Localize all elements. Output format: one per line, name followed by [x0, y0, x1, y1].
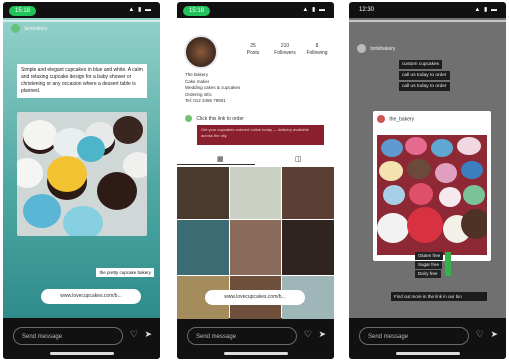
active-tab-indicator — [177, 164, 255, 165]
story-caption: Simple and elegant cupcakes in blue and … — [17, 64, 147, 98]
home-indicator — [223, 352, 288, 355]
story-user[interactable]: tortebakery — [357, 44, 395, 53]
send-icon[interactable]: ➤ — [144, 329, 152, 340]
post-thumbnail[interactable] — [177, 220, 229, 275]
story-user[interactable]: lambakery — [11, 24, 47, 33]
option-label: Gluten free — [415, 252, 444, 260]
cupcake-photo — [17, 112, 147, 236]
posts-label: Posts — [246, 50, 260, 56]
status-icons: ▲ ▮ ▬ — [128, 7, 152, 13]
post-thumbnail[interactable] — [230, 167, 281, 219]
story-content[interactable]: tortebakery custom cupcakes call us toda… — [349, 18, 506, 318]
story-screen-1: 15:18 ▲ ▮ ▬ lambakery Simple and elegant… — [3, 2, 160, 359]
story-caption: Find out more in the link in our bio — [391, 292, 487, 301]
story-progress-bar — [349, 20, 506, 22]
heart-icon[interactable]: ♡ — [304, 329, 312, 340]
heart-icon[interactable]: ♡ — [476, 329, 484, 340]
status-time: 12:30 — [359, 7, 375, 13]
following-label: Following — [306, 50, 328, 56]
card-username: the_bakery — [389, 116, 415, 123]
following-count: 8 — [315, 43, 319, 49]
time-pill: 15:18 — [9, 6, 37, 16]
send-icon[interactable]: ➤ — [318, 329, 326, 340]
followers-stat[interactable]: 210 Followers — [271, 43, 299, 57]
story-progress-bar — [3, 20, 160, 22]
post-grid — [177, 167, 334, 337]
status-bar: 15:18 ▲ ▮ ▬ — [177, 2, 334, 18]
post-thumbnail[interactable] — [282, 220, 334, 275]
highlight-text: call us today to order — [399, 71, 450, 80]
username: tortebakery — [370, 45, 396, 52]
story-screen-3: 12:30 ▲ ▮ ▬ tortebakery custom cupcakes … — [349, 2, 506, 359]
card-user: the_bakery — [377, 115, 414, 123]
posts-stat[interactable]: 25 Posts — [239, 43, 267, 57]
profile-bio: The Bakery Cake maker Wedding cakes & cu… — [185, 72, 240, 105]
followers-label: Followers — [274, 50, 296, 56]
heart-icon[interactable]: ♡ — [130, 329, 138, 340]
time-pill: 15:18 — [183, 6, 211, 16]
story-reply-bar: Send message ♡ ➤ — [177, 319, 334, 359]
home-indicator — [49, 352, 114, 355]
bio-line: Tel: 012 3456 78901 — [185, 98, 226, 103]
highlight-text: custom cupcakes — [399, 60, 443, 69]
story-link-sticker[interactable]: www.lovecupcakes.com/b... — [41, 289, 141, 304]
bio-line: Wedding cakes & cupcakes — [185, 85, 241, 90]
cupcake-photo — [377, 135, 487, 255]
avatar — [357, 44, 366, 53]
post-thumbnail[interactable] — [177, 167, 229, 219]
story-reply-bar: Send message ♡ ➤ — [349, 319, 506, 359]
mention-tag[interactable]: the pretty cupcake bakery — [96, 268, 154, 277]
shared-post-card[interactable]: the_bakery — [373, 111, 491, 261]
username: lambakery — [24, 25, 48, 32]
posts-count: 25 — [250, 43, 256, 49]
following-stat[interactable]: 8 Following — [303, 43, 331, 57]
status-icons: ▲ ▮ ▬ — [302, 7, 326, 13]
profile-tabs: ▦ ◫ — [177, 153, 334, 165]
story-content[interactable]: lambakery Simple and elegant cupcakes in… — [3, 18, 160, 318]
profile-screen: 15:18 ▲ ▮ ▬ 25 Posts 210 Followers 8 Fol… — [177, 2, 334, 359]
status-bar: 12:30 ▲ ▮ ▬ — [349, 2, 506, 18]
avatar — [377, 115, 385, 123]
post-thumbnail[interactable] — [282, 167, 334, 219]
story-reply-bar: Send message ♡ ➤ — [3, 319, 160, 359]
story-highlight[interactable]: Click this link to order — [185, 115, 244, 122]
followers-count: 210 — [280, 43, 290, 49]
send-message-input[interactable]: Send message — [359, 327, 469, 345]
highlight-icon — [185, 115, 192, 122]
option-label: Dairy free — [415, 270, 441, 278]
profile-avatar[interactable] — [184, 35, 218, 69]
avatar — [11, 24, 20, 33]
highlight-label: Click this link to order — [196, 115, 244, 122]
promo-banner[interactable]: Get your cupcakes ordered online today —… — [197, 125, 324, 145]
send-icon[interactable]: ➤ — [490, 329, 498, 340]
grid-icon[interactable]: ▦ — [217, 155, 224, 163]
send-message-input[interactable]: Send message — [187, 327, 297, 345]
status-icons: ▲ ▮ ▬ — [474, 7, 498, 13]
highlight-text: call us today to order — [399, 82, 450, 91]
send-message-input[interactable]: Send message — [13, 327, 123, 345]
checkmark-icon — [445, 252, 451, 276]
tagged-icon[interactable]: ◫ — [295, 155, 302, 163]
option-label: Sugar free — [415, 261, 443, 269]
profile-page: 25 Posts 210 Followers 8 Following The B… — [177, 18, 334, 336]
post-thumbnail[interactable] — [230, 220, 281, 275]
home-indicator — [395, 352, 460, 355]
status-bar: 15:18 ▲ ▮ ▬ — [3, 2, 160, 18]
profile-link-button[interactable]: www.lovecupcakes.com/b... — [205, 290, 305, 305]
